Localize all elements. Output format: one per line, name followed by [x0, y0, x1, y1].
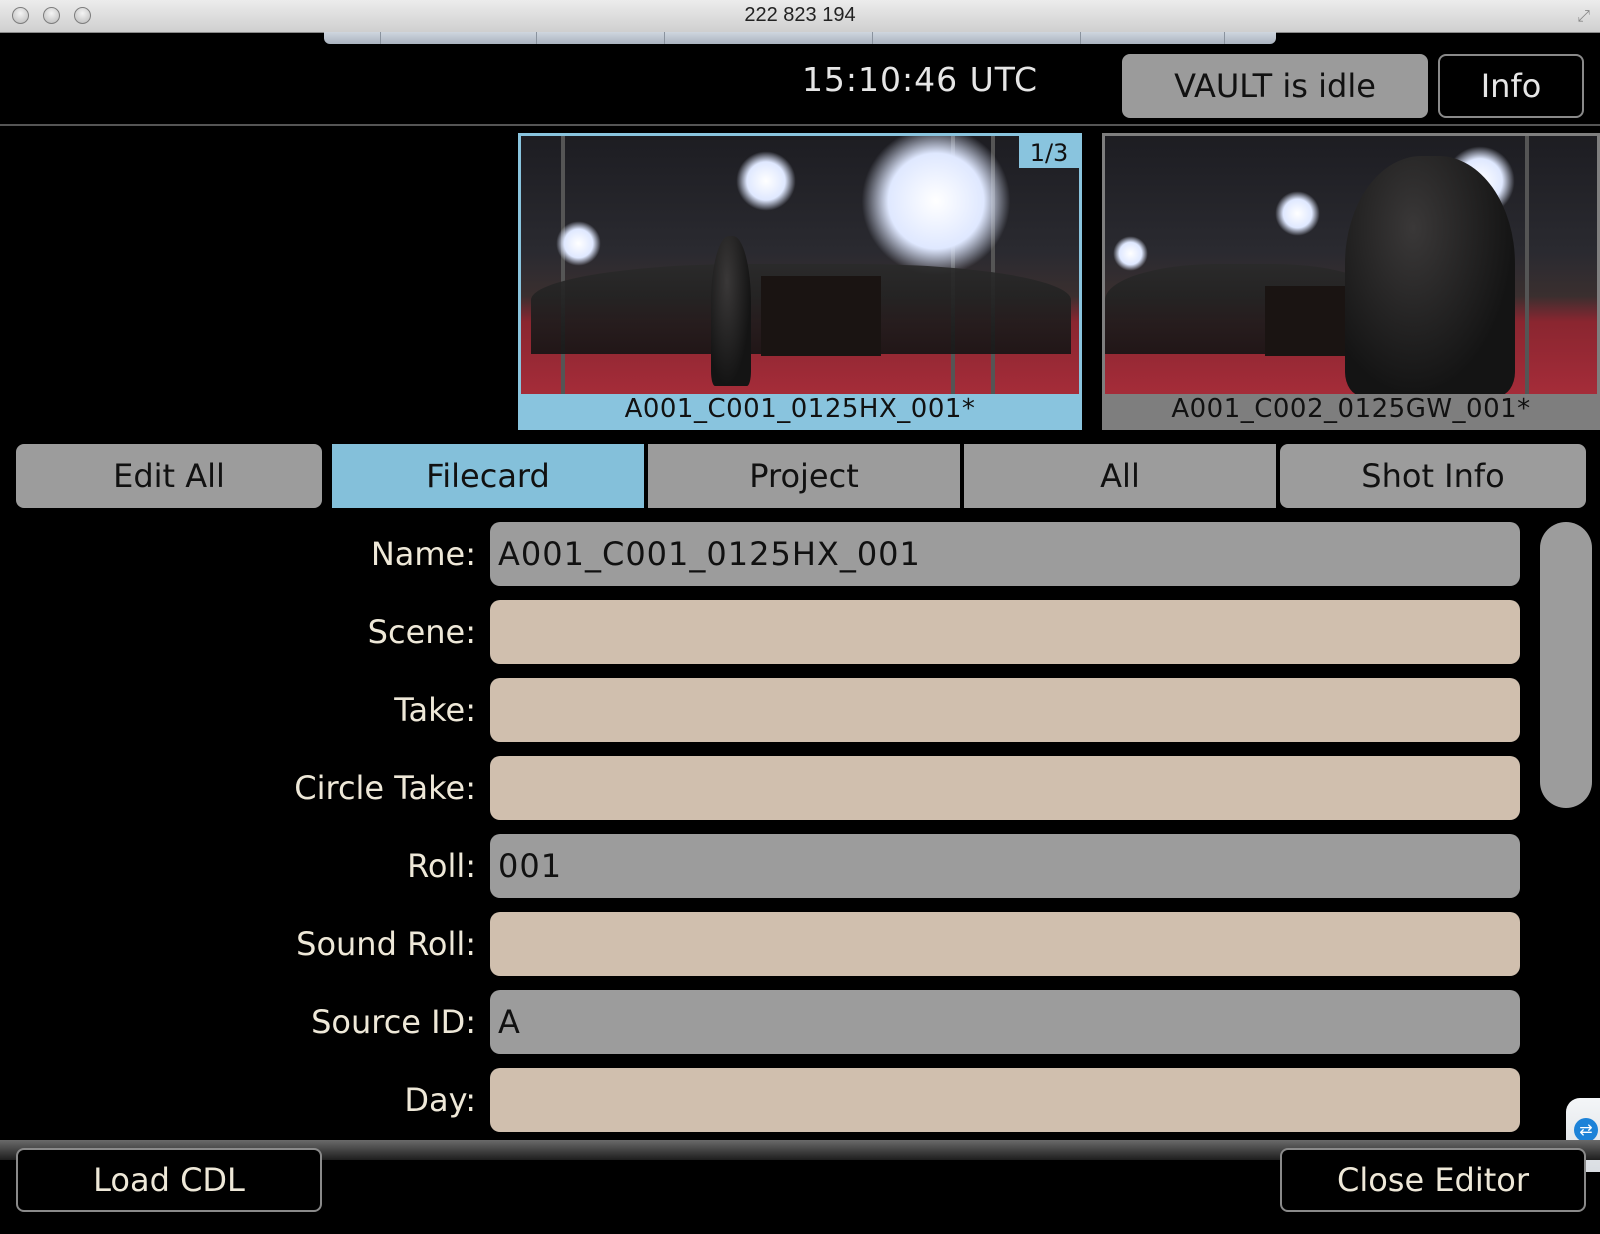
day-field[interactable] [490, 1068, 1520, 1132]
sound-roll-label: Sound Roll: [296, 925, 476, 963]
source-id-label: Source ID: [311, 1003, 476, 1041]
tab-all[interactable]: All [964, 444, 1276, 508]
scene-field[interactable] [490, 600, 1520, 664]
remote-support-icon: ⇄ [1574, 1118, 1598, 1142]
sound-roll-field[interactable] [490, 912, 1520, 976]
remote-toolbar-strip[interactable] [324, 32, 1276, 44]
info-button[interactable]: Info [1438, 54, 1584, 118]
utc-clock: 15:10:46 UTC [801, 60, 1039, 99]
header-divider [0, 124, 1600, 126]
roll-field[interactable]: 001 [490, 834, 1520, 898]
page-indicator: 1/3 [1019, 136, 1079, 168]
name-label: Name: [370, 535, 476, 573]
scene-label: Scene: [367, 613, 476, 651]
clip-thumbnail-caption: A001_C002_0125GW_001* [1171, 394, 1531, 424]
window-titlebar: 222 823 194 ⤢ [0, 0, 1600, 33]
source-id-field[interactable]: A [490, 990, 1520, 1054]
circle-take-field[interactable] [490, 756, 1520, 820]
clip-thumbnail-caption: A001_C001_0125HX_001* [624, 394, 976, 424]
close-editor-button[interactable]: Close Editor [1280, 1148, 1586, 1212]
day-label: Day: [404, 1081, 476, 1119]
tab-filecard[interactable]: Filecard [332, 444, 644, 508]
tab-edit-all[interactable]: Edit All [16, 444, 322, 508]
name-field[interactable]: A001_C001_0125HX_001 [490, 522, 1520, 586]
take-label: Take: [394, 691, 476, 729]
tab-project[interactable]: Project [648, 444, 960, 508]
form-scrollbar[interactable] [1540, 522, 1592, 808]
circle-take-label: Circle Take: [294, 769, 476, 807]
fullscreen-icon[interactable]: ⤢ [1577, 6, 1590, 26]
clip-preview-image [1105, 136, 1597, 394]
window-title: 222 823 194 [744, 4, 856, 26]
vault-status-button[interactable]: VAULT is idle [1122, 54, 1428, 118]
take-field[interactable] [490, 678, 1520, 742]
load-cdl-button[interactable]: Load CDL [16, 1148, 322, 1212]
tab-shot-info[interactable]: Shot Info [1280, 444, 1586, 508]
roll-label: Roll: [407, 847, 476, 885]
clip-thumbnail-2[interactable]: A001_C002_0125GW_001* [1102, 133, 1600, 430]
clip-preview-image [521, 136, 1079, 394]
clip-thumbnail-1[interactable]: 1/3 A001_C001_0125HX_001* [518, 133, 1082, 430]
